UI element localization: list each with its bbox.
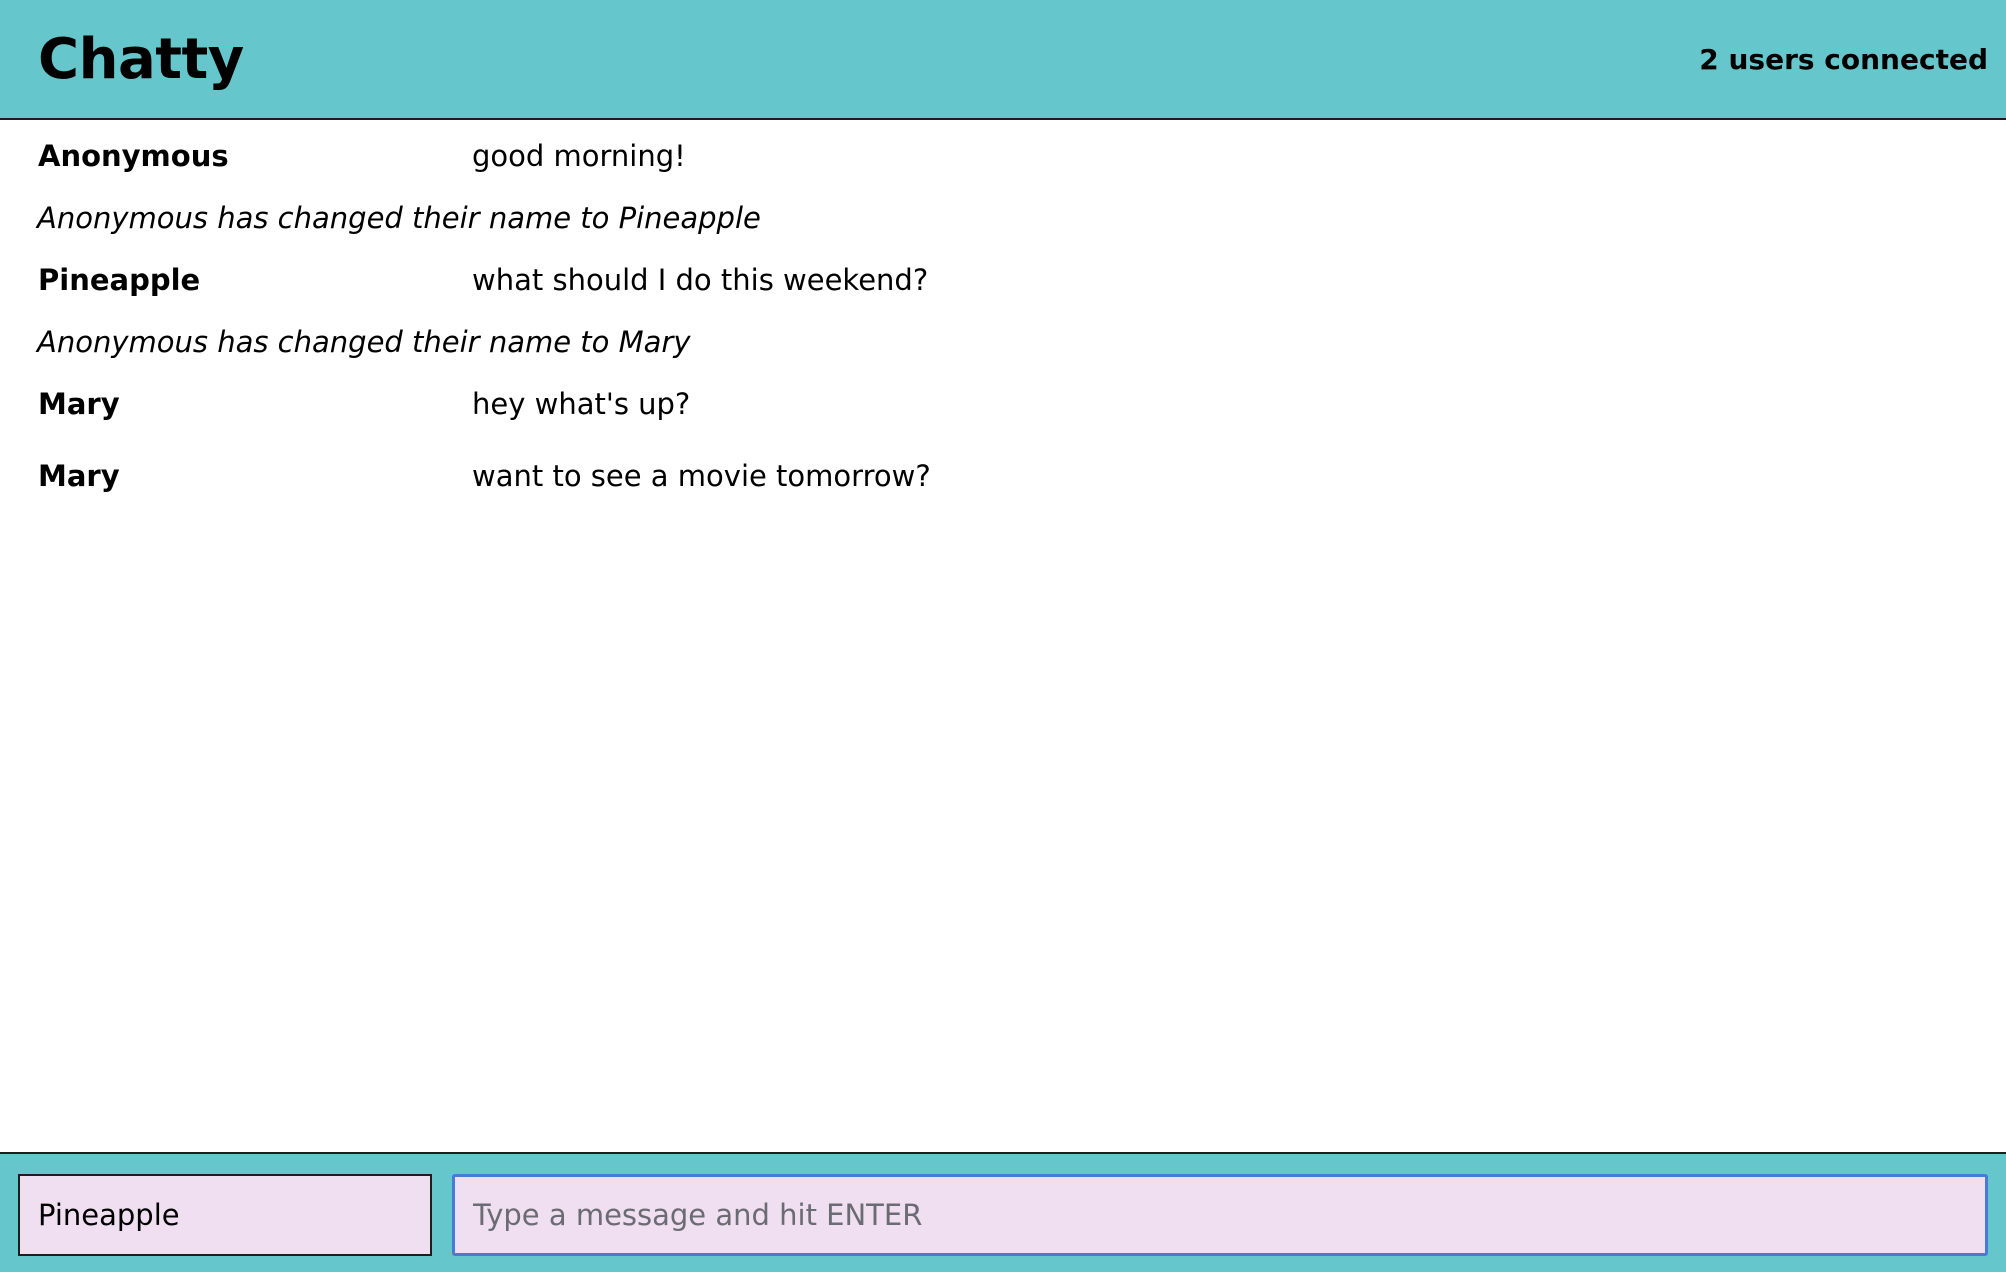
message-item: Pineapple what should I do this weekend?: [0, 244, 2006, 306]
message-item: Mary want to see a movie tomorrow?: [0, 440, 2006, 502]
message-username: Mary: [38, 459, 120, 493]
system-message: Anonymous has changed their name to Pine…: [0, 182, 2006, 244]
message-content: good morning!: [472, 139, 686, 173]
message-item: Mary hey what's up?: [0, 368, 2006, 440]
message-username: Mary: [38, 387, 120, 421]
message-input[interactable]: [452, 1174, 1988, 1256]
chatbar: [0, 1152, 2006, 1272]
message-content: hey what's up?: [472, 387, 691, 421]
navbar-brand[interactable]: Chatty: [38, 24, 244, 96]
message-content: want to see a movie tomorrow?: [472, 459, 931, 493]
system-message-text: Anonymous has changed their name to Mary: [37, 325, 691, 359]
system-message-text: Anonymous has changed their name to Pine…: [37, 201, 761, 235]
message-list[interactable]: Anonymous good morning! Anonymous has ch…: [0, 120, 2006, 1152]
navbar: Chatty 2 users connected: [0, 0, 2006, 120]
system-message: Anonymous has changed their name to Mary: [0, 306, 2006, 368]
chatty-app: Chatty 2 users connected Anonymous good …: [0, 0, 2006, 1272]
username-input[interactable]: [18, 1174, 432, 1256]
message-content: what should I do this weekend?: [472, 263, 929, 297]
message-username: Pineapple: [38, 263, 201, 297]
user-count: 2 users connected: [1699, 43, 1988, 76]
message-item: Anonymous good morning!: [0, 120, 2006, 182]
message-username: Anonymous: [38, 139, 229, 173]
